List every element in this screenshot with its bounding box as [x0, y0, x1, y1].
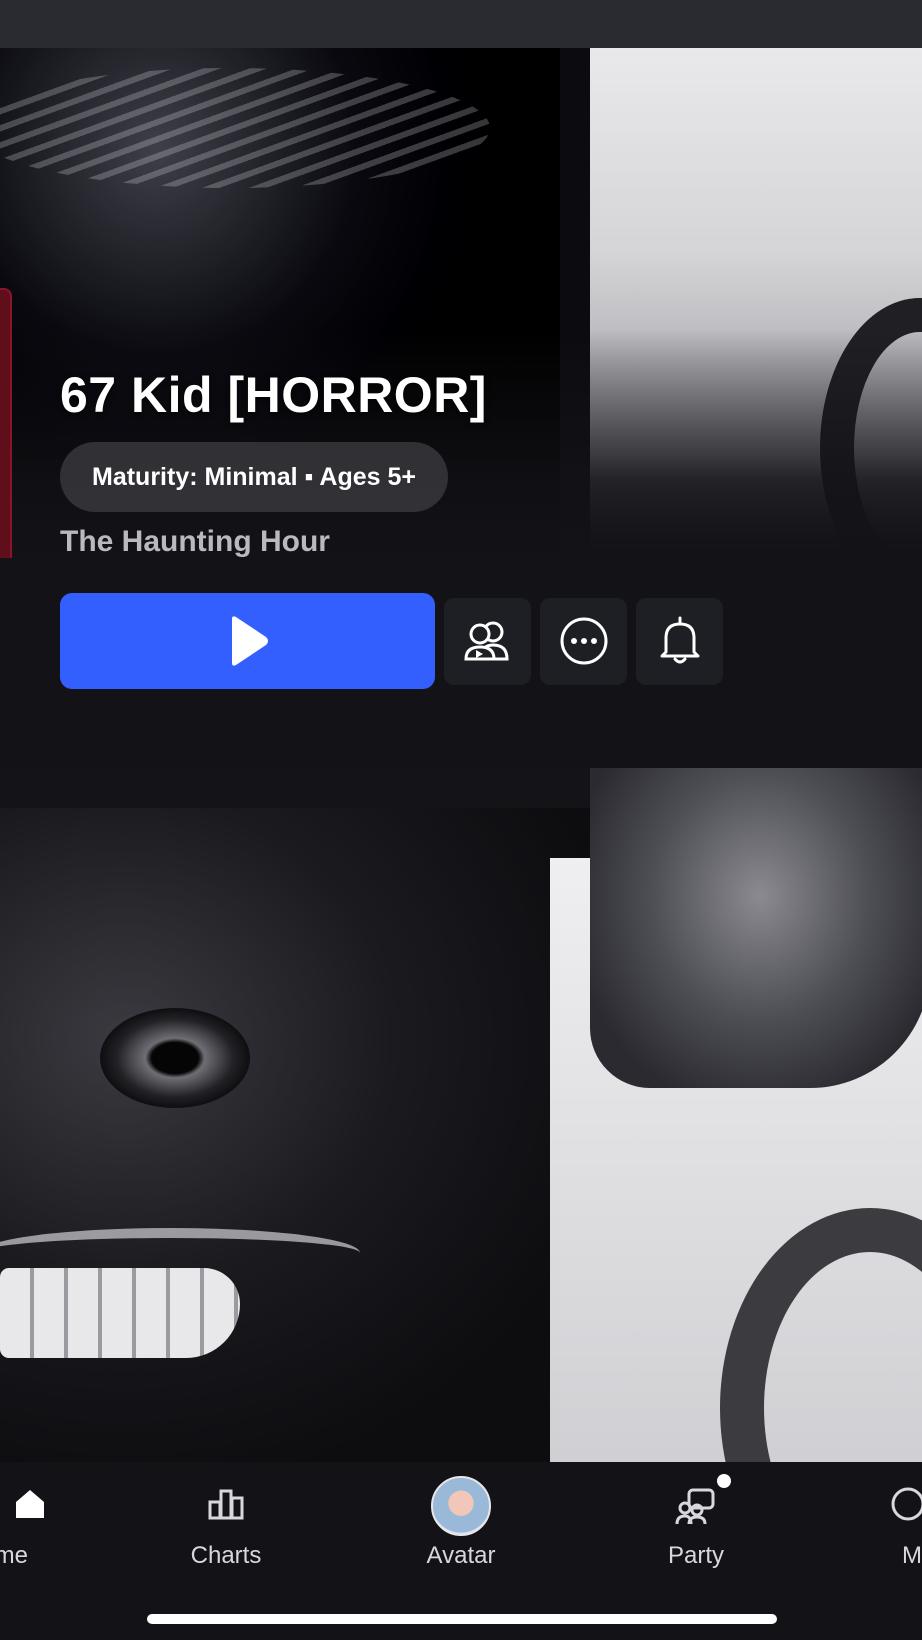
- action-bar: [60, 593, 723, 689]
- nav-more[interactable]: M: [880, 1462, 922, 1572]
- party-icon: [675, 1488, 715, 1525]
- home-icon: [16, 1490, 44, 1518]
- previous-thumbnail-edge[interactable]: [0, 288, 12, 558]
- status-bar: [0, 0, 922, 48]
- nav-party[interactable]: Party: [641, 1462, 751, 1572]
- creator-link[interactable]: The Haunting Hour: [60, 525, 330, 559]
- party-notification-dot: [717, 1474, 731, 1488]
- party-play-icon: [463, 621, 509, 661]
- home-indicator: [147, 1614, 777, 1624]
- nav-more-label: M: [902, 1542, 922, 1569]
- nav-avatar[interactable]: Avatar: [406, 1462, 516, 1572]
- charts-icon: [208, 1489, 244, 1520]
- bell-icon: [660, 616, 699, 664]
- play-icon: [231, 616, 268, 666]
- party-play-button[interactable]: [444, 597, 531, 685]
- maturity-badge: Maturity: Minimal ▪ Ages 5+: [60, 442, 448, 512]
- avatar-icon: [431, 1476, 491, 1536]
- nav-home-label: me: [0, 1542, 28, 1569]
- game-title: 67 Kid [HORROR]: [60, 367, 487, 423]
- nav-charts-label: Charts: [190, 1542, 262, 1569]
- nav-party-label: Party: [667, 1542, 724, 1569]
- more-options-button[interactable]: [540, 597, 627, 685]
- nav-avatar-label: Avatar: [426, 1542, 496, 1569]
- notify-button[interactable]: [636, 597, 723, 685]
- play-button[interactable]: [60, 593, 435, 689]
- more-icon: [560, 617, 607, 665]
- more-nav-icon: [891, 1487, 922, 1521]
- nav-home[interactable]: me: [0, 1462, 60, 1572]
- nav-charts[interactable]: Charts: [171, 1462, 281, 1572]
- game-screenshot: [0, 768, 922, 1462]
